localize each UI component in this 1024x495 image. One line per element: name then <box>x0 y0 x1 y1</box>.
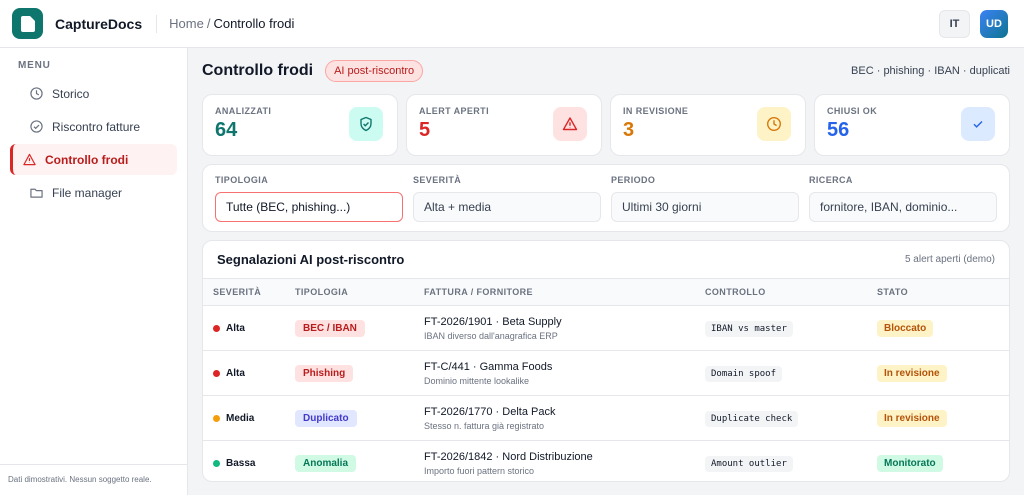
column-header-severita[interactable]: SEVERITÀ <box>203 287 295 297</box>
column-header-tipologia[interactable]: TIPOLOGIA <box>295 287 424 297</box>
status-badge: Monitorato <box>877 455 943 472</box>
status-badge: In revisione <box>877 409 947 427</box>
severity-label: Media <box>226 412 255 424</box>
language-button[interactable]: IT <box>939 10 970 38</box>
divider <box>156 14 158 33</box>
avatar[interactable]: UD <box>980 10 1008 38</box>
filter-label-ricerca: RICERCA <box>809 175 853 185</box>
warning-icon <box>553 107 587 141</box>
app-name: CaptureDocs <box>55 15 143 32</box>
search-input[interactable]: fornitore, IBAN, dominio... <box>809 192 997 222</box>
severity-cell: Alta <box>213 368 295 379</box>
invoice-supplier[interactable]: FT-2026/1842 · Nord Distribuzione <box>424 451 705 463</box>
clock-icon <box>30 87 44 101</box>
topics-text: BEC · phishing · IBAN · duplicati <box>851 65 1010 77</box>
stat-card-alert-aperti: ALERT APERTI 5 <box>406 94 602 156</box>
severita-select[interactable]: Alta + media <box>413 192 601 222</box>
sidebar-item-controllo-frodi[interactable]: Controllo frodi <box>10 144 177 175</box>
filter-label-periodo: PERIODO <box>611 175 656 185</box>
ai-badge: AI post-riscontro <box>325 60 424 82</box>
filters-panel: TIPOLOGIA Tutte (BEC, phishing...) SEVER… <box>202 164 1010 232</box>
sidebar-item-riscontro-fatture[interactable]: Riscontro fatture <box>10 111 177 142</box>
severity-label: Bassa <box>226 458 256 469</box>
sidebar-footer: Dati dimostrativi. Nessun soggetto reale… <box>0 464 187 495</box>
type-tag: Duplicato <box>295 409 357 427</box>
type-tag: Phishing <box>295 364 354 382</box>
stats-row: ANALIZZATI 64 ALERT APERTI 5 IN REVISION… <box>202 94 1010 156</box>
sidebar: MENU Storico Riscontro fatture Controllo… <box>0 48 188 495</box>
filter-label-severita: SEVERITÀ <box>413 175 462 185</box>
check-code: Domain spoof <box>705 365 783 382</box>
periodo-select[interactable]: Ultimi 30 giorni <box>611 192 799 222</box>
table-row[interactable]: Alta BEC / IBAN FT-2026/1901 · Beta Supp… <box>203 306 1009 351</box>
invoice-supplier[interactable]: FT-2026/1901 · Beta Supply <box>424 316 705 328</box>
column-header-fattura[interactable]: FATTURA / FORNITORE <box>424 287 705 297</box>
sidebar-item-label: Riscontro fatture <box>52 119 141 134</box>
severity-dot <box>213 369 220 377</box>
severity-dot <box>213 414 220 422</box>
sidebar-item-file-manager[interactable]: File manager <box>10 177 177 208</box>
severity-dot <box>213 324 220 332</box>
breadcrumb-separator: / <box>206 16 211 31</box>
app-logo[interactable] <box>12 8 43 39</box>
filter-label-tipologia: TIPOLOGIA <box>215 175 269 185</box>
shield-check-icon <box>349 107 383 141</box>
table-row[interactable]: Alta Phishing FT-C/441 · Gamma Foods Domi… <box>203 351 1009 396</box>
document-icon <box>20 15 35 32</box>
alert-note: IBAN diverso dall'anagrafica ERP <box>424 330 558 341</box>
stat-card-in-revisione: IN REVISIONE 3 <box>610 94 806 156</box>
check-code: Duplicate check <box>705 410 799 427</box>
breadcrumb-current: Controllo frodi <box>213 16 295 31</box>
menu-label: MENU <box>18 60 51 71</box>
folder-icon <box>30 186 44 200</box>
breadcrumb: Home / Controllo frodi <box>169 16 294 31</box>
type-tag: BEC / IBAN <box>295 319 365 337</box>
breadcrumb-home[interactable]: Home <box>169 16 204 31</box>
severity-label: Alta <box>226 367 245 379</box>
sidebar-item-label: Storico <box>52 86 90 101</box>
sidebar-item-label: Controllo frodi <box>45 152 129 167</box>
column-header-controllo[interactable]: CONTROLLO <box>705 287 877 297</box>
type-tag: Anomalia <box>295 455 357 472</box>
top-bar: CaptureDocs Home / Controllo frodi IT UD <box>0 0 1024 48</box>
table-row[interactable]: Media Duplicato FT-2026/1770 · Delta Pac… <box>203 396 1009 441</box>
sidebar-item-label: File manager <box>52 185 123 200</box>
main-content: Controllo frodi AI post-riscontro BEC · … <box>188 48 1024 495</box>
warning-icon <box>23 153 37 167</box>
invoice-supplier[interactable]: FT-C/441 · Gamma Foods <box>424 361 705 373</box>
stat-card-analizzati: ANALIZZATI 64 <box>202 94 398 156</box>
alert-note: Stesso n. fattura già registrato <box>424 420 545 431</box>
severity-cell: Media <box>213 413 295 424</box>
severity-label: Alta <box>226 322 245 334</box>
check-code: IBAN vs master <box>705 320 793 337</box>
alert-count: 5 alert aperti (demo) <box>904 254 995 265</box>
check-code: Amount outlier <box>705 456 793 472</box>
alerts-table: Segnalazioni AI post-riscontro 5 alert a… <box>202 240 1010 482</box>
table-header-row: SEVERITÀ TIPOLOGIA FATTURA / FORNITORE C… <box>203 279 1009 306</box>
alert-note: Importo fuori pattern storico <box>424 466 535 476</box>
status-badge: In revisione <box>877 364 947 382</box>
status-badge: Bloccato <box>877 319 934 337</box>
invoice-supplier[interactable]: FT-2026/1770 · Delta Pack <box>424 406 705 418</box>
page-title: Controllo frodi <box>202 62 314 79</box>
table-title: Segnalazioni AI post-riscontro <box>217 252 405 267</box>
column-header-stato[interactable]: STATO <box>877 287 1009 297</box>
sidebar-item-storico[interactable]: Storico <box>10 78 177 109</box>
alert-note: Dominio mittente lookalike <box>424 375 530 386</box>
severity-cell: Alta <box>213 323 295 334</box>
check-icon <box>961 107 995 141</box>
check-circle-icon <box>30 120 44 134</box>
stat-card-chiusi-ok: CHIUSI OK 56 <box>814 94 1010 156</box>
table-row[interactable]: Bassa Anomalia FT-2026/1842 · Nord Distr… <box>203 441 1009 481</box>
clock-icon <box>757 107 791 141</box>
severity-dot <box>213 460 220 467</box>
severity-cell: Bassa <box>213 458 295 469</box>
tipologia-select[interactable]: Tutte (BEC, phishing...) <box>215 192 403 222</box>
